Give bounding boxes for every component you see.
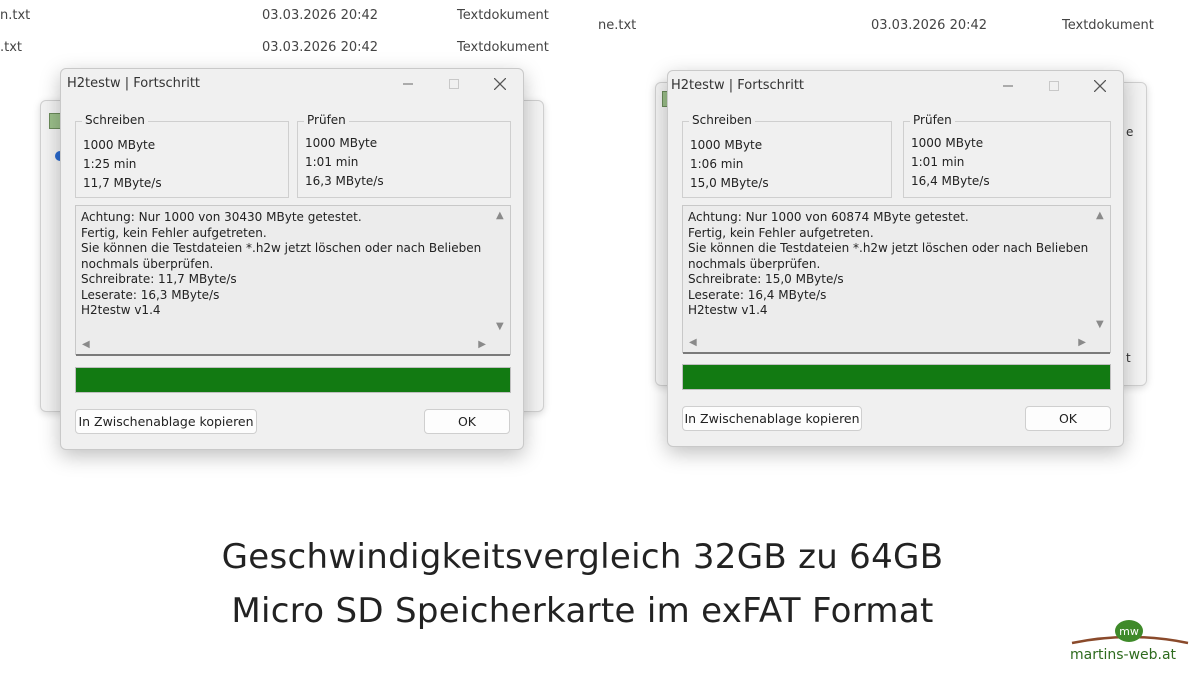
maximize-icon: [449, 79, 459, 89]
verify-time: 1:01 min: [305, 155, 359, 169]
maximize-button[interactable]: [1031, 71, 1077, 101]
vertical-scrollbar[interactable]: ▲ ▼: [1092, 206, 1110, 334]
scroll-up-icon[interactable]: ▲: [1096, 210, 1104, 221]
write-group: Schreiben 1000 MByte 1:06 min 15,0 MByte…: [682, 113, 892, 198]
verify-rate: 16,3 MByte/s: [305, 174, 384, 188]
verify-rate: 16,4 MByte/s: [911, 174, 990, 188]
logo-text: martins-web.at: [1070, 647, 1177, 663]
verify-group: Prüfen 1000 MByte 1:01 min 16,3 MByte/s: [297, 113, 511, 198]
ok-button[interactable]: OK: [424, 409, 510, 434]
minimize-icon: [403, 83, 413, 85]
file-name: n.txt: [0, 8, 31, 23]
scroll-right-icon[interactable]: ▶: [478, 339, 486, 350]
scroll-up-icon[interactable]: ▲: [496, 210, 504, 221]
copy-to-clipboard-button[interactable]: In Zwischenablage kopieren: [682, 406, 862, 431]
write-time: 1:25 min: [83, 157, 137, 171]
horizontal-scrollbar[interactable]: ◀ ▶: [76, 336, 492, 354]
horizontal-scrollbar[interactable]: ◀ ▶: [683, 334, 1092, 352]
log-bottom-border: [683, 352, 1110, 354]
write-size: 1000 MByte: [83, 138, 156, 152]
minimize-button[interactable]: [985, 71, 1031, 101]
file-name: .txt: [0, 40, 23, 55]
title-bar[interactable]: H2testw | Fortschritt: [61, 69, 523, 99]
background-text-fragment: e: [1126, 125, 1134, 139]
scroll-down-icon[interactable]: ▼: [496, 321, 504, 332]
window-title: H2testw | Fortschritt: [67, 76, 201, 91]
close-icon: [1094, 80, 1106, 92]
scroll-left-icon[interactable]: ◀: [689, 337, 697, 348]
verify-group-label: Prüfen: [910, 113, 955, 127]
verify-time: 1:01 min: [911, 155, 965, 169]
write-group-label: Schreiben: [82, 113, 148, 127]
close-button[interactable]: [1077, 71, 1123, 101]
log-bottom-border: [76, 354, 510, 356]
file-type: Textdokument: [457, 8, 549, 23]
write-time: 1:06 min: [690, 157, 744, 171]
progress-fill: [76, 368, 510, 392]
h2testw-progress-dialog-64gb: H2testw | Fortschritt Schreiben 1000 MBy…: [667, 70, 1124, 447]
verify-group: Prüfen 1000 MByte 1:01 min 16,4 MByte/s: [903, 113, 1111, 198]
background-text-fragment: t: [1126, 351, 1131, 365]
result-log-text: Achtung: Nur 1000 von 60874 MByte getest…: [688, 210, 1089, 317]
caption-line-1: Geschwindigkeitsvergleich 32GB zu 64GB: [221, 537, 944, 577]
window-title: H2testw | Fortschritt: [671, 78, 805, 93]
explorer-row-2[interactable]: .txt 03.03.2026 20:42 Textdokument: [0, 40, 560, 58]
copy-to-clipboard-button[interactable]: In Zwischenablage kopieren: [75, 409, 257, 434]
file-date: 03.03.2026 20:42: [262, 8, 379, 23]
title-bar[interactable]: H2testw | Fortschritt: [668, 71, 1123, 101]
write-size: 1000 MByte: [690, 138, 763, 152]
write-group: Schreiben 1000 MByte 1:25 min 11,7 MByte…: [75, 113, 289, 198]
progress-bar: [75, 367, 511, 393]
result-log-text: Achtung: Nur 1000 von 30430 MByte getest…: [81, 210, 482, 317]
write-rate: 15,0 MByte/s: [690, 176, 769, 190]
close-icon: [494, 78, 506, 90]
verify-size: 1000 MByte: [911, 136, 984, 150]
maximize-icon: [1049, 81, 1059, 91]
scroll-left-icon[interactable]: ◀: [82, 339, 90, 350]
file-date: 03.03.2026 20:42: [262, 40, 379, 55]
site-logo[interactable]: mw martins-web.at: [1068, 617, 1192, 667]
explorer-row-right[interactable]: ne.txt 03.03.2026 20:42 Textdokument: [598, 18, 1178, 36]
minimize-icon: [1003, 85, 1013, 87]
file-type: Textdokument: [1062, 18, 1154, 33]
progress-bar: [682, 364, 1111, 390]
caption-line-2: Micro SD Speicherkarte im exFAT Format: [231, 591, 934, 631]
result-log[interactable]: Achtung: Nur 1000 von 30430 MByte getest…: [75, 205, 511, 356]
progress-fill: [683, 365, 1110, 389]
verify-size: 1000 MByte: [305, 136, 378, 150]
vertical-scrollbar[interactable]: ▲ ▼: [492, 206, 510, 336]
file-type: Textdokument: [457, 40, 549, 55]
close-button[interactable]: [477, 69, 523, 99]
verify-group-label: Prüfen: [304, 113, 349, 127]
file-date: 03.03.2026 20:42: [871, 18, 988, 33]
scroll-right-icon[interactable]: ▶: [1078, 337, 1086, 348]
explorer-row-1[interactable]: n.txt 03.03.2026 20:42 Textdokument: [0, 8, 560, 26]
logo-monogram: mw: [1119, 625, 1139, 638]
result-log[interactable]: Achtung: Nur 1000 von 60874 MByte getest…: [682, 205, 1111, 354]
h2testw-progress-dialog-32gb: H2testw | Fortschritt Schreiben 1000 MBy…: [60, 68, 524, 450]
ok-button[interactable]: OK: [1025, 406, 1111, 431]
write-group-label: Schreiben: [689, 113, 755, 127]
minimize-button[interactable]: [385, 69, 431, 99]
maximize-button[interactable]: [431, 69, 477, 99]
write-rate: 11,7 MByte/s: [83, 176, 162, 190]
file-name: ne.txt: [598, 18, 637, 33]
scroll-down-icon[interactable]: ▼: [1096, 319, 1104, 330]
logo-mark-icon: mw: [1071, 620, 1189, 645]
